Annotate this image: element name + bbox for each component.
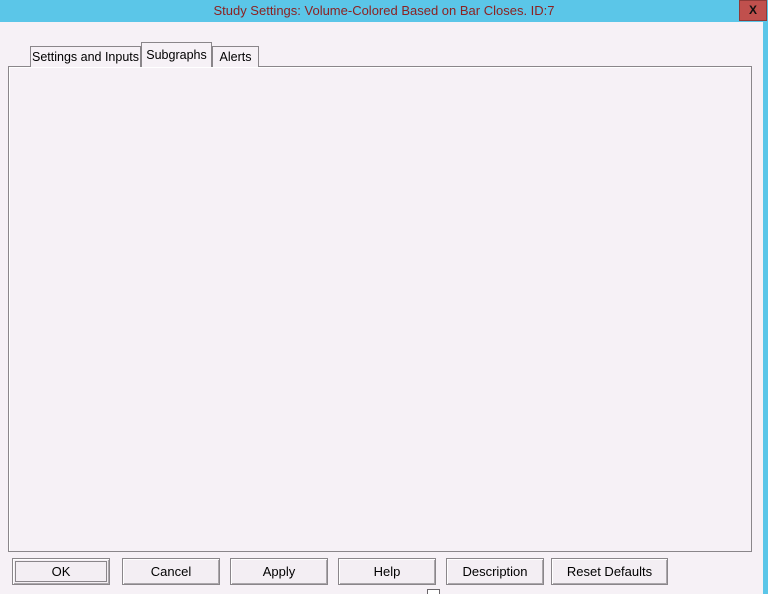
dialog-title: Study Settings: Volume-Colored Based on … bbox=[0, 3, 768, 18]
title-bar: Study Settings: Volume-Colored Based on … bbox=[0, 0, 768, 22]
apply-button[interactable]: Apply bbox=[230, 558, 328, 585]
help-button[interactable]: Help bbox=[338, 558, 436, 585]
tab-subgraphs[interactable]: Subgraphs bbox=[141, 42, 212, 67]
study-settings-dialog: Study Settings: Volume-Colored Based on … bbox=[0, 0, 768, 594]
tab-alerts[interactable]: Alerts bbox=[212, 46, 259, 67]
cancel-button[interactable]: Cancel bbox=[122, 558, 220, 585]
close-icon[interactable] bbox=[739, 0, 767, 21]
window-border bbox=[763, 22, 768, 594]
description-button[interactable]: Description bbox=[446, 558, 544, 585]
reset-defaults-button[interactable]: Reset Defaults bbox=[551, 558, 668, 585]
tab-label: Settings and Inputs bbox=[32, 50, 139, 64]
tab-page bbox=[8, 66, 752, 552]
tab-settings-and-inputs[interactable]: Settings and Inputs bbox=[30, 46, 141, 67]
ok-button[interactable]: OK bbox=[12, 558, 110, 585]
partially-visible-checkbox[interactable] bbox=[427, 589, 440, 594]
tab-label: Subgraphs bbox=[146, 48, 206, 62]
tab-label: Alerts bbox=[220, 50, 252, 64]
